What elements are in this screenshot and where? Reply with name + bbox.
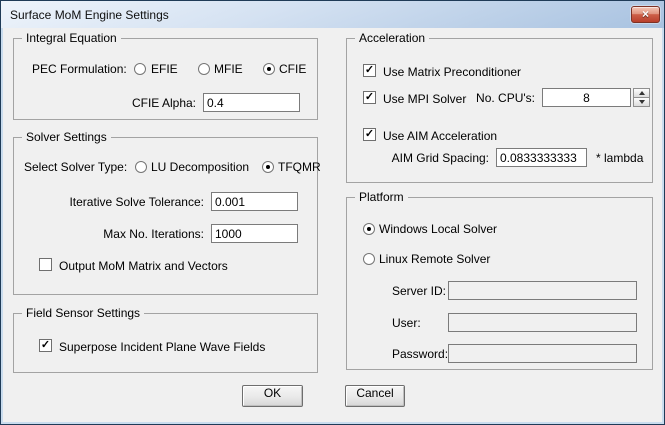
radio-linux-remote-solver-label[interactable]: Linux Remote Solver <box>379 252 490 266</box>
mpi-solver-label[interactable]: Use MPI Solver <box>383 92 466 106</box>
superpose-checkbox[interactable]: ✓ <box>39 339 52 352</box>
radio-mfie-label[interactable]: MFIE <box>214 62 243 76</box>
output-mom-checkbox[interactable] <box>39 258 52 271</box>
radio-mfie[interactable] <box>198 63 210 75</box>
output-mom-label[interactable]: Output MoM Matrix and Vectors <box>59 259 228 273</box>
radio-efie-label[interactable]: EFIE <box>151 62 178 76</box>
matrix-preconditioner-checkbox[interactable]: ✓ <box>363 64 376 77</box>
cfie-alpha-label: CFIE Alpha: <box>132 96 196 110</box>
group-solver-settings: Solver Settings Select Solver Type: LU D… <box>13 137 318 295</box>
close-button[interactable]: × <box>631 6 660 23</box>
close-icon: × <box>642 7 649 21</box>
server-id-label: Server ID: <box>392 284 446 298</box>
group-platform: Platform Windows Local Solver Linux Remo… <box>346 197 653 370</box>
window-title: Surface MoM Engine Settings <box>10 8 169 22</box>
radio-cfie-label[interactable]: CFIE <box>279 62 306 76</box>
radio-linux-remote-solver[interactable] <box>363 253 375 265</box>
group-title-integral-equation: Integral Equation <box>22 31 121 45</box>
aim-grid-spacing-label: AIM Grid Spacing: <box>392 151 489 165</box>
matrix-preconditioner-label[interactable]: Use Matrix Preconditioner <box>383 65 521 79</box>
num-cpus-input[interactable] <box>542 88 631 107</box>
aim-grid-spacing-input[interactable] <box>496 148 587 167</box>
server-id-input <box>448 281 637 300</box>
radio-lu-decomposition[interactable] <box>135 161 147 173</box>
radio-windows-local-solver-label[interactable]: Windows Local Solver <box>379 222 497 236</box>
group-title-platform: Platform <box>355 190 408 204</box>
max-iterations-label: Max No. Iterations: <box>103 227 204 241</box>
iterative-tolerance-input[interactable] <box>211 192 298 211</box>
password-input <box>448 344 637 363</box>
cancel-button-label: Cancel <box>356 386 393 400</box>
radio-cfie[interactable] <box>263 63 275 75</box>
radio-tfqmr[interactable] <box>262 161 274 173</box>
num-cpus-label: No. CPU's: <box>476 91 535 105</box>
ok-button[interactable]: OK <box>242 385 303 407</box>
user-label: User: <box>392 316 421 330</box>
solver-type-label: Select Solver Type: <box>24 160 127 174</box>
dialog-window: Surface MoM Engine Settings × Integral E… <box>0 0 665 425</box>
iterative-tolerance-label: Iterative Solve Tolerance: <box>69 195 204 209</box>
mpi-solver-checkbox[interactable]: ✓ <box>363 91 376 104</box>
cancel-button[interactable]: Cancel <box>345 385 405 407</box>
group-integral-equation: Integral Equation PEC Formulation: EFIE … <box>13 38 318 120</box>
pec-formulation-label: PEC Formulation: <box>32 62 127 76</box>
group-field-sensor-settings: Field Sensor Settings ✓ Superpose Incide… <box>13 313 318 373</box>
group-acceleration: Acceleration ✓ Use Matrix Preconditioner… <box>346 38 653 183</box>
check-icon: ✓ <box>365 129 374 140</box>
radio-windows-local-solver[interactable] <box>363 223 375 235</box>
aim-acceleration-checkbox[interactable]: ✓ <box>363 128 376 141</box>
num-cpus-spinner <box>633 88 650 107</box>
max-iterations-input[interactable] <box>211 224 298 243</box>
title-bar[interactable]: Surface MoM Engine Settings × <box>1 1 664 28</box>
radio-efie[interactable] <box>134 63 146 75</box>
radio-tfqmr-label[interactable]: TFQMR <box>278 160 321 174</box>
cfie-alpha-input[interactable] <box>203 93 300 112</box>
user-input <box>448 313 637 332</box>
group-title-solver-settings: Solver Settings <box>22 130 111 144</box>
password-label: Password: <box>392 347 448 361</box>
ok-button-label: OK <box>264 386 281 400</box>
check-icon: ✓ <box>365 65 374 76</box>
group-title-field-sensor-settings: Field Sensor Settings <box>22 306 144 320</box>
aim-acceleration-label[interactable]: Use AIM Acceleration <box>383 129 497 143</box>
superpose-label[interactable]: Superpose Incident Plane Wave Fields <box>59 340 265 354</box>
check-icon: ✓ <box>41 340 50 351</box>
aim-grid-spacing-suffix: * lambda <box>596 151 643 165</box>
spin-down-button[interactable] <box>633 97 650 107</box>
check-icon: ✓ <box>365 92 374 103</box>
group-title-acceleration: Acceleration <box>355 31 429 45</box>
radio-lu-decomposition-label[interactable]: LU Decomposition <box>151 160 249 174</box>
